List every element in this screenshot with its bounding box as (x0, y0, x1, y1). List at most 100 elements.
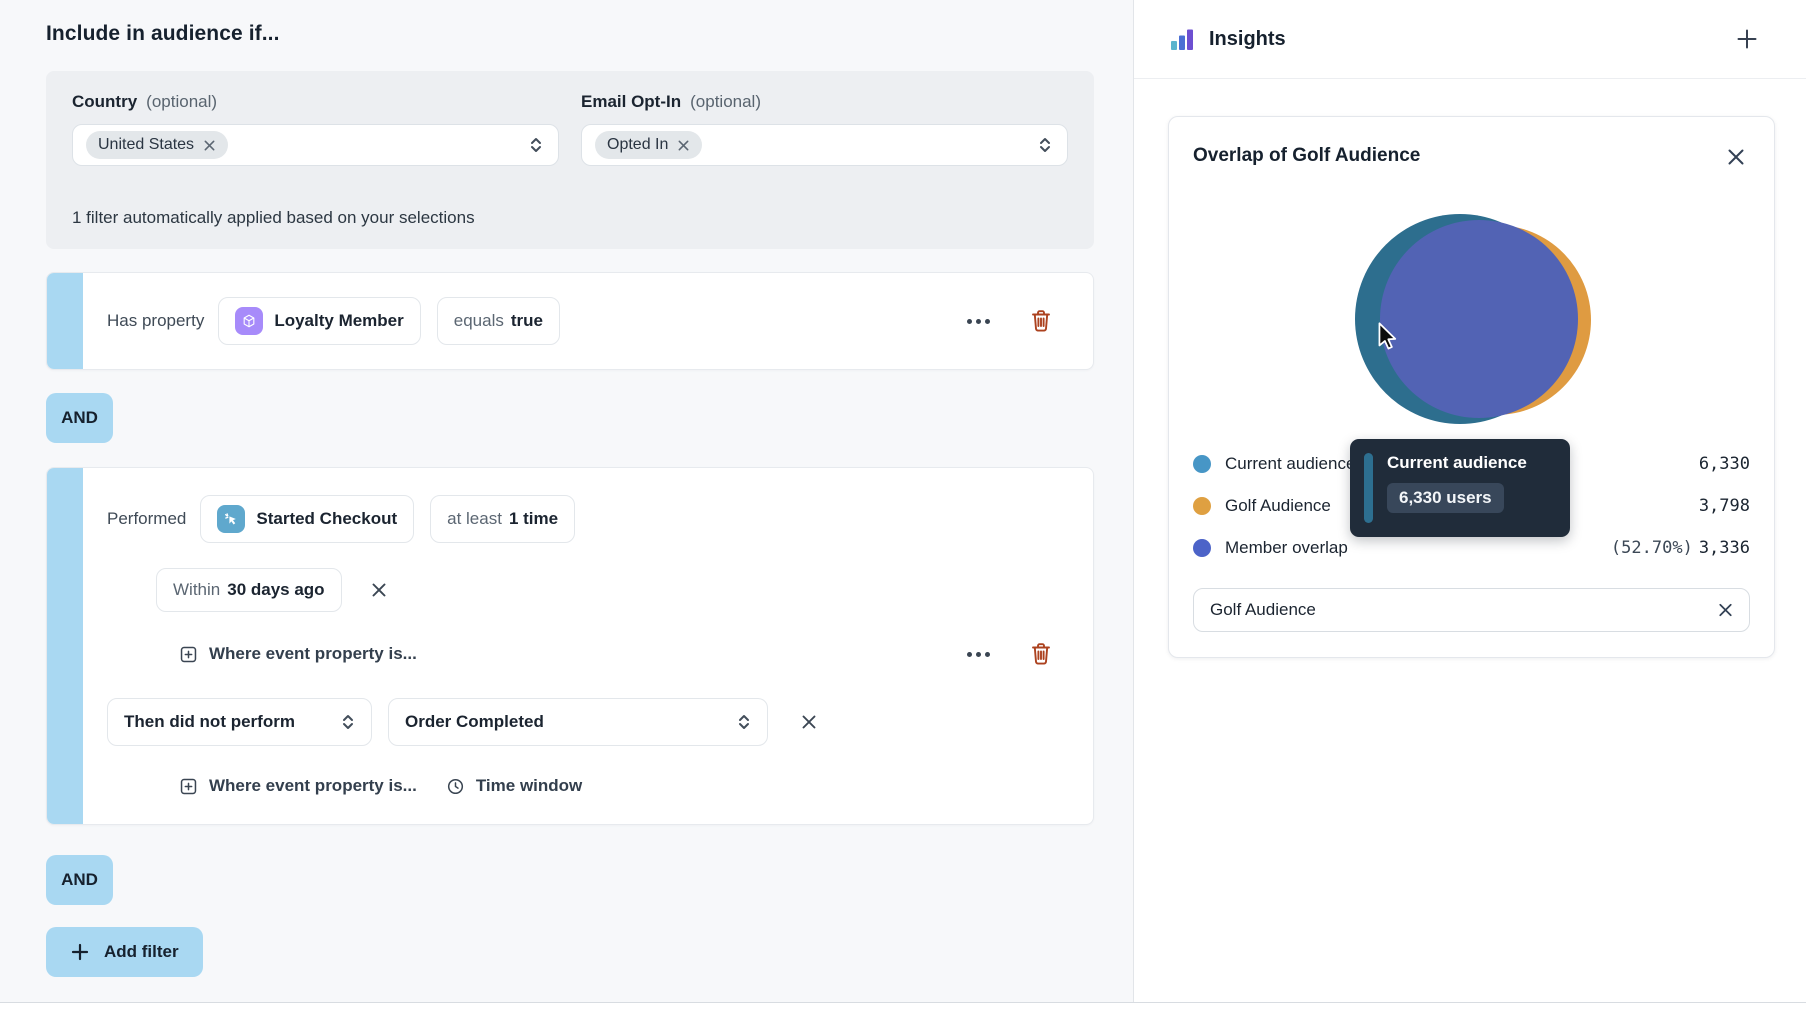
insight-card-title: Overlap of Golf Audience (1193, 145, 1421, 166)
time-window-link-button[interactable]: Time window (446, 776, 582, 796)
event-button[interactable]: Started Checkout (200, 495, 415, 543)
tooltip-accent-bar (1364, 453, 1373, 523)
count-value: 1 time (508, 509, 559, 528)
negation-event-select[interactable]: Order Completed (388, 698, 768, 746)
property-name: Loyalty Member (274, 311, 404, 330)
negation-select-value: Then did not perform (124, 712, 295, 731)
country-chip-label: United States (98, 136, 195, 153)
clear-audience-button[interactable] (1715, 600, 1736, 621)
window-value: 30 days ago (227, 580, 325, 599)
more-options-button[interactable] (967, 318, 990, 324)
country-optional-label: (optional) (146, 92, 218, 111)
add-insight-button[interactable] (1734, 26, 1760, 52)
negation-select[interactable]: Then did not perform (107, 698, 372, 746)
delete-filter-button[interactable] (1029, 308, 1053, 334)
legend-label: Current audience (1225, 454, 1356, 473)
close-insight-button[interactable] (1724, 145, 1748, 169)
insights-header: Insights (1134, 0, 1806, 79)
cube-icon (235, 307, 264, 335)
event-name: Started Checkout (256, 509, 398, 528)
time-window-button[interactable]: Within 30 days ago (156, 568, 342, 612)
insights-title: Insights (1209, 27, 1286, 50)
overlap-insight-card: Overlap of Golf Audience Current audienc… (1168, 116, 1775, 658)
x-icon (1728, 149, 1744, 165)
compare-audience-input[interactable] (1193, 588, 1750, 632)
where-event-property-label: Where event property is... (209, 644, 417, 663)
email-opt-in-chip[interactable]: Opted In (595, 131, 703, 159)
ellipsis-icon (967, 651, 990, 657)
audience-builder-app: Include in audience if... Country (optio… (0, 0, 1806, 1003)
add-filter-label: Add filter (104, 942, 179, 961)
golf-audience-dot (1193, 497, 1211, 515)
tooltip-title: Current audience (1387, 453, 1527, 472)
legend-label: Golf Audience (1225, 496, 1331, 515)
filter-card-performed: Performed Started Checkout at least 1 ti… (46, 467, 1094, 825)
negation-event-value: Order Completed (405, 712, 544, 731)
x-icon (802, 715, 816, 729)
country-label: Country (72, 92, 138, 111)
page-title: Include in audience if... (46, 22, 280, 45)
legend-value: 3,798 (1698, 496, 1750, 516)
plus-icon (71, 943, 89, 961)
condition-button[interactable]: equals true (436, 297, 560, 345)
chevron-updown-icon (739, 715, 749, 729)
venn-overlap-circle (1379, 220, 1578, 418)
email-opt-in-chip-label: Opted In (607, 136, 669, 153)
filter-card-has-property: Has property Loyalty Member equals true (46, 272, 1094, 370)
delete-filter-button[interactable] (1029, 641, 1053, 667)
optional-filters-panel: Country (optional) United States Email O… (46, 71, 1094, 249)
mouse-cursor-icon (1378, 322, 1396, 350)
plus-icon (1737, 29, 1757, 49)
event-count-button[interactable]: at least 1 time (430, 495, 576, 543)
chevron-updown-icon (1036, 135, 1054, 155)
and-connector: AND (46, 855, 113, 905)
plus-square-icon (180, 778, 197, 794)
add-filter-button[interactable]: Add filter (46, 927, 203, 977)
window-prefix: Within (173, 580, 221, 599)
remove-email-opt-in-icon[interactable] (677, 139, 690, 152)
email-opt-in-filter: Email Opt-In (optional) Opted In (581, 92, 1068, 187)
trash-icon (1032, 310, 1050, 332)
country-chip[interactable]: United States (86, 131, 229, 159)
performed-label: Performed (107, 509, 187, 528)
property-button[interactable]: Loyalty Member (218, 297, 421, 345)
more-options-button[interactable] (967, 651, 990, 657)
trash-icon (1032, 643, 1050, 665)
filter-accent-stripe (47, 468, 83, 824)
legend-label: Member overlap (1225, 538, 1348, 557)
insights-panel: Insights Overlap of Golf Audience Curren… (1133, 0, 1806, 1002)
count-operator: at least (447, 509, 502, 528)
and-connector: AND (46, 393, 113, 443)
auto-filter-note: 1 filter automatically applied based on … (72, 208, 475, 227)
ellipsis-icon (967, 318, 990, 324)
filter-accent-stripe (47, 273, 83, 369)
country-select[interactable]: United States (72, 124, 559, 166)
email-opt-in-optional-label: (optional) (690, 92, 761, 111)
plus-square-icon (180, 646, 197, 662)
email-opt-in-label: Email Opt-In (581, 92, 682, 111)
remove-country-icon[interactable] (203, 139, 216, 152)
x-icon (1719, 603, 1732, 617)
venn-tooltip: Current audience 6,330 users (1350, 439, 1570, 537)
chevron-updown-icon (343, 715, 353, 729)
has-property-label: Has property (107, 311, 205, 330)
where-event-property-label-2: Where event property is... (209, 776, 417, 795)
remove-time-window-button[interactable] (368, 579, 390, 601)
audience-builder-panel: Include in audience if... Country (optio… (0, 0, 1133, 1002)
member-overlap-dot (1193, 539, 1211, 557)
country-filter: Country (optional) United States (72, 92, 559, 187)
tooltip-users-badge: 6,330 users (1387, 483, 1504, 513)
legend-count: 3,336 (1698, 538, 1750, 558)
compare-audience-field (1193, 588, 1750, 632)
remove-negation-button[interactable] (798, 711, 820, 733)
chevron-updown-icon (527, 135, 545, 155)
where-event-property-button-2[interactable]: Where event property is... (179, 776, 417, 796)
clock-icon (447, 778, 463, 794)
email-opt-in-select[interactable]: Opted In (581, 124, 1068, 166)
x-icon (372, 583, 386, 597)
legend-percent: (52.70%) (1610, 538, 1693, 558)
condition-value: true (510, 311, 543, 330)
where-event-property-button[interactable]: Where event property is... (179, 644, 417, 664)
legend-value: (52.70%) 3,336 (1611, 538, 1750, 558)
current-audience-dot (1193, 455, 1211, 473)
